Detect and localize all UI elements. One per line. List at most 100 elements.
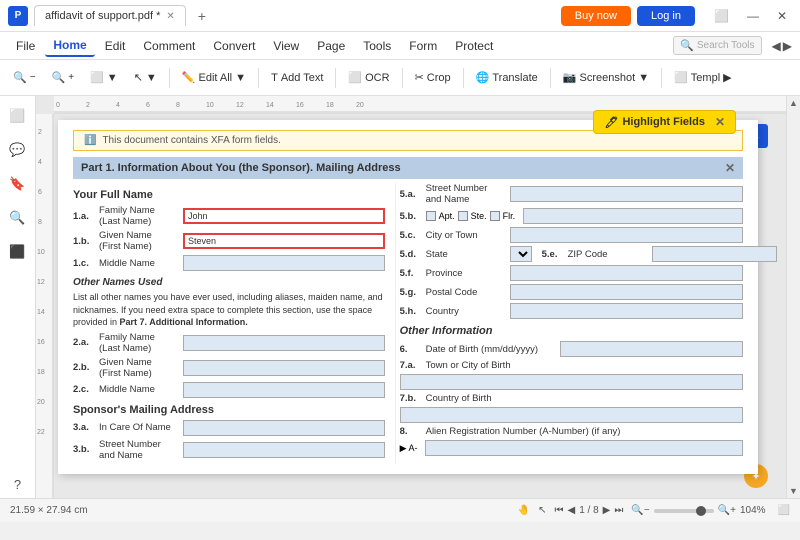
field-5c-input[interactable] [510, 227, 743, 243]
left-panel: ⬜ 💬 🔖 🔍 ⬛ ? [0, 96, 36, 498]
field-1a-input[interactable] [183, 208, 385, 224]
cursor-tool-button[interactable]: ↖▼ [127, 68, 164, 87]
svg-text:2: 2 [38, 129, 42, 136]
highlight-close-icon[interactable]: ✕ [715, 115, 725, 129]
select-tool-button[interactable]: ⬜▼ [83, 68, 125, 87]
svg-text:18: 18 [37, 369, 45, 376]
screenshot-button[interactable]: 📷 Screenshot ▼ [556, 68, 656, 87]
field-7a-input[interactable] [400, 374, 743, 390]
zoom-level: 104% [740, 505, 766, 516]
panel-icon-comment[interactable]: 💬 [4, 136, 32, 164]
ste-checkbox[interactable] [458, 211, 468, 221]
new-tab-button[interactable]: + [192, 8, 212, 24]
add-text-icon: T [271, 72, 278, 84]
field-2b-input[interactable] [183, 360, 385, 376]
header-close-icon[interactable]: ✕ [725, 161, 735, 175]
zoom-out-status-button[interactable]: 🔍− [631, 505, 649, 516]
flr-checkbox[interactable] [490, 211, 500, 221]
field-5d-num: 5.d. [400, 249, 422, 260]
main-area: ⬜ 💬 🔖 🔍 ⬛ ? 0 2 4 6 8 10 12 14 16 18 2 [0, 96, 800, 498]
vertical-scrollbar[interactable]: ▲ ▼ [786, 96, 800, 498]
app-logo: P [8, 6, 28, 26]
active-tab[interactable]: affidavit of support.pdf * ✕ [34, 5, 186, 26]
field-8-prefix: ▶ A- [400, 443, 418, 454]
tab-title: affidavit of support.pdf * [45, 10, 160, 22]
field-5b-input[interactable] [523, 208, 743, 224]
menu-page[interactable]: Page [309, 36, 353, 56]
field-2a-input[interactable] [183, 335, 385, 351]
zoom-slider-thumb[interactable] [696, 506, 706, 516]
field-5d-select[interactable] [510, 246, 532, 262]
page-info: 1 / 8 [579, 505, 598, 516]
zoom-in-status-button[interactable]: 🔍+ [718, 505, 736, 516]
field-5e-input[interactable] [652, 246, 777, 262]
panel-icon-layers[interactable]: ⬛ [4, 238, 32, 266]
tab-close-icon[interactable]: ✕ [166, 11, 174, 22]
field-5f-label: Province [426, 268, 506, 279]
scroll-down-button[interactable]: ▼ [787, 484, 800, 498]
menu-home[interactable]: Home [45, 35, 94, 57]
zoom-slider[interactable] [654, 509, 714, 513]
panel-icon-search[interactable]: 🔍 [4, 204, 32, 232]
toolbar-sep6 [550, 68, 551, 88]
field-5f-input[interactable] [510, 265, 743, 281]
zoom-in-button[interactable]: 🔍 + [45, 68, 82, 87]
menu-view[interactable]: View [265, 36, 307, 56]
fit-page-button[interactable]: ⬜ [778, 505, 790, 516]
menu-convert[interactable]: Convert [205, 36, 263, 56]
field-6-num: 6. [400, 344, 422, 355]
translate-icon: 🌐 [476, 71, 490, 84]
field-5f-num: 5.f. [400, 268, 422, 279]
field-3a-num: 3.a. [73, 422, 95, 433]
menu-edit[interactable]: Edit [97, 36, 134, 56]
field-5c-row: 5.c. City or Town [400, 227, 743, 243]
login-button[interactable]: Log in [637, 6, 695, 26]
field-5b-row: 5.b. Apt. Ste. Flr. [400, 208, 743, 224]
menu-file[interactable]: File [8, 36, 43, 56]
prev-page-button[interactable]: ◀ [568, 505, 576, 516]
svg-text:6: 6 [146, 102, 150, 109]
field-3b-input[interactable] [183, 442, 385, 458]
field-5h-input[interactable] [510, 303, 743, 319]
panel-icon-page[interactable]: ⬜ [4, 102, 32, 130]
hand-tool-icon[interactable]: 🤚 [518, 505, 530, 516]
highlight-fields-button[interactable]: 🖊 Highlight Fields ✕ [593, 110, 736, 134]
edit-all-button[interactable]: ✏️ Edit All ▼ [175, 68, 253, 87]
add-text-button[interactable]: T Add Text [264, 69, 330, 87]
select-tool-icon[interactable]: ↖ [538, 505, 546, 516]
ocr-button[interactable]: ⬜ OCR [341, 68, 396, 87]
first-page-button[interactable]: ⏮ [555, 505, 564, 516]
last-page-button[interactable]: ⏭ [614, 505, 623, 516]
window-minimize[interactable]: ⬜ [709, 7, 734, 25]
next-page-button[interactable]: ▶ [603, 505, 611, 516]
menu-tools[interactable]: Tools [355, 36, 399, 56]
crop-button[interactable]: ✂ Crop [408, 68, 458, 87]
panel-icon-bookmark[interactable]: 🔖 [4, 170, 32, 198]
field-2c-input[interactable] [183, 382, 385, 398]
field-6-input[interactable] [560, 341, 743, 357]
nav-back-icon[interactable]: ◀ [772, 39, 781, 53]
scroll-up-button[interactable]: ▲ [787, 96, 800, 110]
menu-form[interactable]: Form [401, 36, 445, 56]
field-2b-num: 2.b. [73, 362, 95, 373]
window-maximize[interactable]: — [742, 7, 764, 25]
panel-icon-help[interactable]: ? [4, 470, 32, 498]
field-3a-input[interactable] [183, 420, 385, 436]
field-8-input[interactable] [425, 440, 743, 456]
field-5a-input[interactable] [510, 186, 743, 202]
menu-protect[interactable]: Protect [447, 36, 501, 56]
window-close[interactable]: ✕ [772, 7, 792, 25]
field-7b-input[interactable] [400, 407, 743, 423]
field-1c-input[interactable] [183, 255, 385, 271]
buy-now-button[interactable]: Buy now [561, 6, 631, 26]
search-tools-input[interactable]: 🔍 Search Tools [673, 36, 761, 55]
template-button[interactable]: ⬜ Templ ▶ [667, 68, 739, 87]
field-1b-input[interactable] [183, 233, 385, 249]
menu-comment[interactable]: Comment [135, 36, 203, 56]
translate-button[interactable]: 🌐 Translate [469, 68, 545, 87]
nav-forward-icon[interactable]: ▶ [783, 39, 792, 53]
svg-text:20: 20 [37, 399, 45, 406]
field-5g-input[interactable] [510, 284, 743, 300]
apt-checkbox[interactable] [426, 211, 436, 221]
zoom-out-button[interactable]: 🔍 − [6, 68, 43, 87]
